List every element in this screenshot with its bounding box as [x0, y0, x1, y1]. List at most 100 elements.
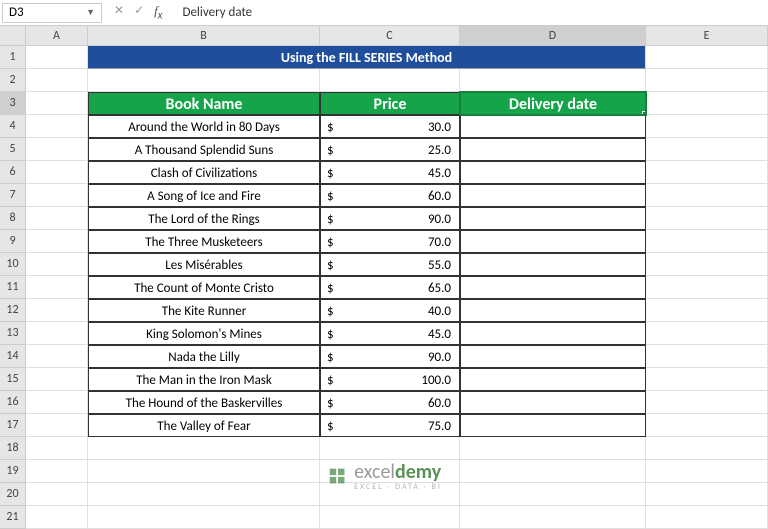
book-name-cell[interactable]: A Thousand Splendid Suns	[88, 138, 320, 161]
price-cell[interactable]: $75.0	[320, 414, 460, 437]
cell[interactable]	[88, 437, 320, 460]
row-header[interactable]: 6	[0, 161, 26, 184]
book-name-cell[interactable]: The Valley of Fear	[88, 414, 320, 437]
cell[interactable]	[26, 161, 88, 184]
cell[interactable]	[26, 322, 88, 345]
row-header[interactable]: 2	[0, 69, 26, 92]
price-cell[interactable]: $60.0	[320, 391, 460, 414]
cell[interactable]	[646, 230, 768, 253]
cell[interactable]	[88, 460, 320, 483]
accept-icon[interactable]: ✓	[134, 3, 144, 22]
col-header-a[interactable]: A	[26, 26, 88, 45]
book-name-cell[interactable]: Les Misérables	[88, 253, 320, 276]
cell[interactable]	[320, 506, 460, 529]
cell[interactable]	[646, 345, 768, 368]
cell[interactable]	[646, 276, 768, 299]
book-name-cell[interactable]: King Solomon's Mines	[88, 322, 320, 345]
book-name-cell[interactable]: The Hound of the Baskervilles	[88, 391, 320, 414]
cell[interactable]	[646, 391, 768, 414]
price-cell[interactable]: $70.0	[320, 230, 460, 253]
price-cell[interactable]: $55.0	[320, 253, 460, 276]
cell[interactable]	[26, 483, 88, 506]
row-header[interactable]: 17	[0, 414, 26, 437]
col-header-b[interactable]: B	[88, 26, 320, 45]
name-box[interactable]: D3 ▼	[2, 3, 102, 23]
price-cell[interactable]: $100.0	[320, 368, 460, 391]
cell[interactable]	[26, 230, 88, 253]
delivery-date-cell[interactable]	[460, 230, 646, 253]
row-header[interactable]: 8	[0, 207, 26, 230]
row-header[interactable]: 3	[0, 92, 26, 115]
cell[interactable]	[646, 253, 768, 276]
row-header[interactable]: 5	[0, 138, 26, 161]
row-header[interactable]: 21	[0, 506, 26, 529]
cell[interactable]	[460, 506, 646, 529]
cell[interactable]	[646, 437, 768, 460]
price-cell[interactable]: $65.0	[320, 276, 460, 299]
cell[interactable]	[26, 138, 88, 161]
cell[interactable]	[646, 69, 768, 92]
delivery-date-cell[interactable]	[460, 161, 646, 184]
cell[interactable]	[26, 69, 88, 92]
delivery-date-cell[interactable]	[460, 115, 646, 138]
cell[interactable]	[88, 506, 320, 529]
cell[interactable]	[646, 207, 768, 230]
book-name-cell[interactable]: The Count of Monte Cristo	[88, 276, 320, 299]
fill-handle[interactable]	[642, 111, 646, 115]
cell[interactable]	[646, 483, 768, 506]
price-cell[interactable]: $45.0	[320, 161, 460, 184]
row-header[interactable]: 11	[0, 276, 26, 299]
cell[interactable]	[646, 138, 768, 161]
row-header[interactable]: 1	[0, 46, 26, 69]
price-cell[interactable]: $45.0	[320, 322, 460, 345]
cell[interactable]	[26, 299, 88, 322]
cell[interactable]	[26, 92, 88, 115]
cell[interactable]	[26, 253, 88, 276]
book-name-cell[interactable]: Around the World in 80 Days	[88, 115, 320, 138]
cell[interactable]	[320, 437, 460, 460]
delivery-date-cell[interactable]	[460, 253, 646, 276]
col-header-e[interactable]: E	[646, 26, 768, 45]
cell[interactable]	[460, 460, 646, 483]
cancel-icon[interactable]: ✕	[114, 3, 124, 22]
book-name-cell[interactable]: The Kite Runner	[88, 299, 320, 322]
cell[interactable]	[88, 69, 320, 92]
delivery-date-cell[interactable]	[460, 138, 646, 161]
cell[interactable]	[26, 276, 88, 299]
cell[interactable]	[26, 115, 88, 138]
cell[interactable]	[26, 460, 88, 483]
col-header-c[interactable]: C	[320, 26, 460, 45]
cell[interactable]	[26, 368, 88, 391]
delivery-date-cell[interactable]	[460, 184, 646, 207]
cell[interactable]	[646, 322, 768, 345]
book-name-cell[interactable]: The Man in the Iron Mask	[88, 368, 320, 391]
cell[interactable]	[646, 184, 768, 207]
cell[interactable]	[646, 46, 768, 69]
cell[interactable]	[646, 414, 768, 437]
row-header[interactable]: 20	[0, 483, 26, 506]
row-header[interactable]: 15	[0, 368, 26, 391]
col-header-d[interactable]: D	[460, 26, 646, 45]
delivery-date-cell[interactable]	[460, 322, 646, 345]
cell[interactable]	[320, 69, 460, 92]
row-header[interactable]: 9	[0, 230, 26, 253]
cell[interactable]	[646, 299, 768, 322]
cell[interactable]	[646, 368, 768, 391]
cell[interactable]	[646, 161, 768, 184]
cell[interactable]	[26, 414, 88, 437]
delivery-date-cell[interactable]	[460, 207, 646, 230]
cell[interactable]	[26, 391, 88, 414]
formula-bar-value[interactable]: Delivery date	[174, 5, 768, 20]
row-header[interactable]: 7	[0, 184, 26, 207]
book-name-cell[interactable]: The Three Musketeers	[88, 230, 320, 253]
price-cell[interactable]: $40.0	[320, 299, 460, 322]
price-cell[interactable]: $90.0	[320, 345, 460, 368]
cell[interactable]	[646, 460, 768, 483]
row-header[interactable]: 13	[0, 322, 26, 345]
cell[interactable]	[26, 437, 88, 460]
row-header[interactable]: 18	[0, 437, 26, 460]
row-header[interactable]: 4	[0, 115, 26, 138]
cell[interactable]	[460, 483, 646, 506]
cell[interactable]	[26, 345, 88, 368]
row-header[interactable]: 19	[0, 460, 26, 483]
